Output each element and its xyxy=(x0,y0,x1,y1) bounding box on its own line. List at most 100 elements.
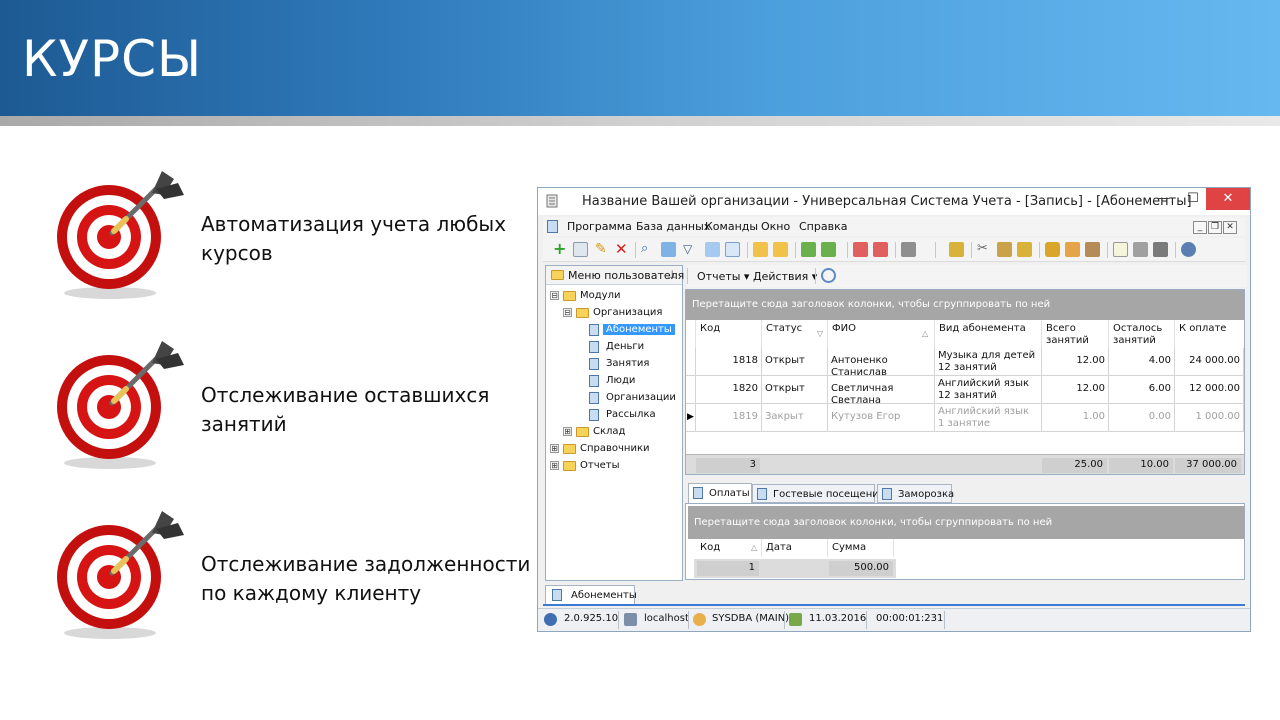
collapse-icon[interactable]: ⊟ xyxy=(550,291,559,300)
tab-payments[interactable]: Оплаты xyxy=(688,483,752,503)
tree-item[interactable]: ⊞ Склад xyxy=(546,424,682,440)
column-header-sum[interactable]: Сумма xyxy=(828,539,894,557)
search-icon[interactable]: ⌕ xyxy=(641,242,656,257)
cell-status[interactable]: Открыт xyxy=(762,348,828,376)
close-button[interactable]: ✕ xyxy=(1206,188,1250,210)
tools-icon[interactable]: ✂ xyxy=(977,242,992,257)
lock-icon[interactable] xyxy=(1045,242,1060,257)
cell-total[interactable]: 12.00 xyxy=(1042,376,1109,404)
column-header-kind[interactable]: Вид абонемента xyxy=(935,320,1042,348)
tree-item[interactable]: Деньги xyxy=(546,339,682,355)
play-icon[interactable] xyxy=(1153,242,1168,257)
expand-icon[interactable]: ⊞ xyxy=(550,461,559,470)
cell-left[interactable]: 0.00 xyxy=(1109,404,1175,432)
export-icon[interactable] xyxy=(801,242,816,257)
table-row[interactable]: ▶ 1819 Закрыт Кутузов Егор Английский язык 1… xyxy=(686,404,1244,432)
new-window-icon[interactable] xyxy=(853,242,868,257)
row-indicator[interactable] xyxy=(686,376,696,404)
column-header-date[interactable]: Дата xyxy=(762,539,828,557)
cell-pay[interactable]: 12 000.00 xyxy=(1175,376,1244,404)
menu-window[interactable]: Окно xyxy=(761,220,790,233)
tree-collapse-icon[interactable] xyxy=(773,242,788,257)
tree-item[interactable]: Организации xyxy=(546,390,682,406)
column-header-pay[interactable]: К оплате xyxy=(1175,320,1243,348)
tree-icon[interactable] xyxy=(753,242,768,257)
cell-kind[interactable]: Музыка для детей 12 занятий xyxy=(935,348,1042,376)
mdi-minimize-button[interactable]: _ xyxy=(1193,221,1207,234)
menu-program[interactable]: Программа xyxy=(567,220,632,233)
tree-item[interactable]: ⊟ Организация xyxy=(546,305,682,321)
tab-guest-visits[interactable]: Гостевые посещения xyxy=(752,484,885,503)
speaker-icon[interactable] xyxy=(901,242,916,257)
cell-pay[interactable]: 24 000.00 xyxy=(1175,348,1244,376)
row-indicator[interactable]: ▶ xyxy=(686,404,696,432)
maximize-button[interactable]: ☐ xyxy=(1178,188,1208,210)
cell-left[interactable]: 6.00 xyxy=(1109,376,1175,404)
tree-item[interactable]: ⊟ Модули xyxy=(546,288,682,304)
table-icon[interactable] xyxy=(1113,242,1128,257)
table-row[interactable]: 1820 Открыт Светличная Светлана Английский … xyxy=(686,376,1244,404)
actions-menu[interactable]: Действия ▾ xyxy=(753,270,817,283)
column-header-code[interactable]: Код xyxy=(696,320,762,348)
comment-icon[interactable] xyxy=(725,242,740,257)
info-icon[interactable] xyxy=(1181,242,1196,257)
mdi-close-button[interactable]: ✕ xyxy=(1223,221,1237,234)
note-icon[interactable] xyxy=(1017,242,1032,257)
print-icon[interactable] xyxy=(1133,242,1148,257)
tree-item[interactable]: ⊞ Отчеты xyxy=(546,458,682,474)
row-indicator[interactable] xyxy=(686,348,696,376)
cell-name[interactable]: Светличная Светлана xyxy=(828,376,935,404)
table-row[interactable]: 1818 Открыт Антоненко Станислав Музыка для … xyxy=(686,348,1244,376)
cell-left[interactable]: 4.00 xyxy=(1109,348,1175,376)
users-icon[interactable] xyxy=(1065,242,1080,257)
column-header-fio[interactable]: ФИО △ xyxy=(828,320,935,348)
window-titlebar[interactable]: Название Вашей организации - Универсальн… xyxy=(538,188,1250,215)
reports-menu[interactable]: Отчеты ▾ xyxy=(697,270,749,283)
cell-pay[interactable]: 1 000.00 xyxy=(1175,404,1244,432)
cell-code[interactable]: 1819 xyxy=(696,404,762,432)
column-header-status[interactable]: Статус ▽ xyxy=(762,320,828,348)
calendar-icon[interactable] xyxy=(949,242,964,257)
edit-icon[interactable]: ✎ xyxy=(595,242,610,257)
column-header-left[interactable]: Осталось занятий xyxy=(1109,320,1175,348)
column-header-total[interactable]: Всего занятий xyxy=(1042,320,1109,348)
collapse-icon[interactable]: ⊟ xyxy=(563,308,572,317)
menu-database[interactable]: База данных xyxy=(636,220,710,233)
doc-tab-subscriptions[interactable]: Абонементы xyxy=(545,585,637,604)
copy-icon[interactable] xyxy=(573,242,588,257)
sort-asc-icon[interactable]: △ xyxy=(751,542,757,554)
cell-kind[interactable]: Английский язык 1 занятие xyxy=(935,404,1042,432)
user-settings-icon[interactable] xyxy=(1085,242,1100,257)
menu-help[interactable]: Справка xyxy=(799,220,847,233)
tree-item[interactable]: Занятия xyxy=(546,356,682,372)
expand-icon[interactable]: ⊞ xyxy=(563,427,572,436)
pin-icon[interactable]: ⊥ xyxy=(667,268,677,281)
cell-total[interactable]: 12.00 xyxy=(1042,348,1109,376)
group-by-panel[interactable]: Перетащите сюда заголовок колонки, чтобы… xyxy=(686,290,1244,320)
cell-code[interactable]: 1820 xyxy=(696,376,762,404)
delete-icon[interactable]: ✕ xyxy=(615,242,630,257)
tree-item[interactable]: Рассылка xyxy=(546,407,682,423)
tree-item[interactable]: Люди xyxy=(546,373,682,389)
group-by-panel[interactable]: Перетащите сюда заголовок колонки, чтобы… xyxy=(688,506,1244,539)
cell-name[interactable]: Кутузов Егор xyxy=(828,404,935,432)
filter-icon[interactable]: ▽ xyxy=(817,328,823,340)
clock-icon[interactable] xyxy=(821,268,836,283)
filter-icon[interactable]: ▽ xyxy=(683,242,698,257)
cell-total[interactable]: 1.00 xyxy=(1042,404,1109,432)
column-header-code[interactable]: Код △ xyxy=(696,539,762,557)
menu-commands[interactable]: Команды xyxy=(705,220,758,233)
cell-status[interactable]: Открыт xyxy=(762,376,828,404)
chart-icon[interactable] xyxy=(705,242,720,257)
expand-icon[interactable]: ⊞ xyxy=(550,444,559,453)
cell-kind[interactable]: Английский язык 12 занятий xyxy=(935,376,1042,404)
refresh-icon[interactable] xyxy=(661,242,676,257)
sort-asc-icon[interactable]: △ xyxy=(922,328,928,340)
tree-item[interactable]: ⊞ Справочники xyxy=(546,441,682,457)
cell-status[interactable]: Закрыт xyxy=(762,404,828,432)
add-icon[interactable]: + xyxy=(553,241,568,257)
tree-item[interactable]: Абонементы xyxy=(546,322,682,338)
cell-name[interactable]: Антоненко Станислав xyxy=(828,348,935,376)
tab-freeze[interactable]: Заморозка xyxy=(877,484,954,503)
close-window-icon[interactable] xyxy=(873,242,888,257)
